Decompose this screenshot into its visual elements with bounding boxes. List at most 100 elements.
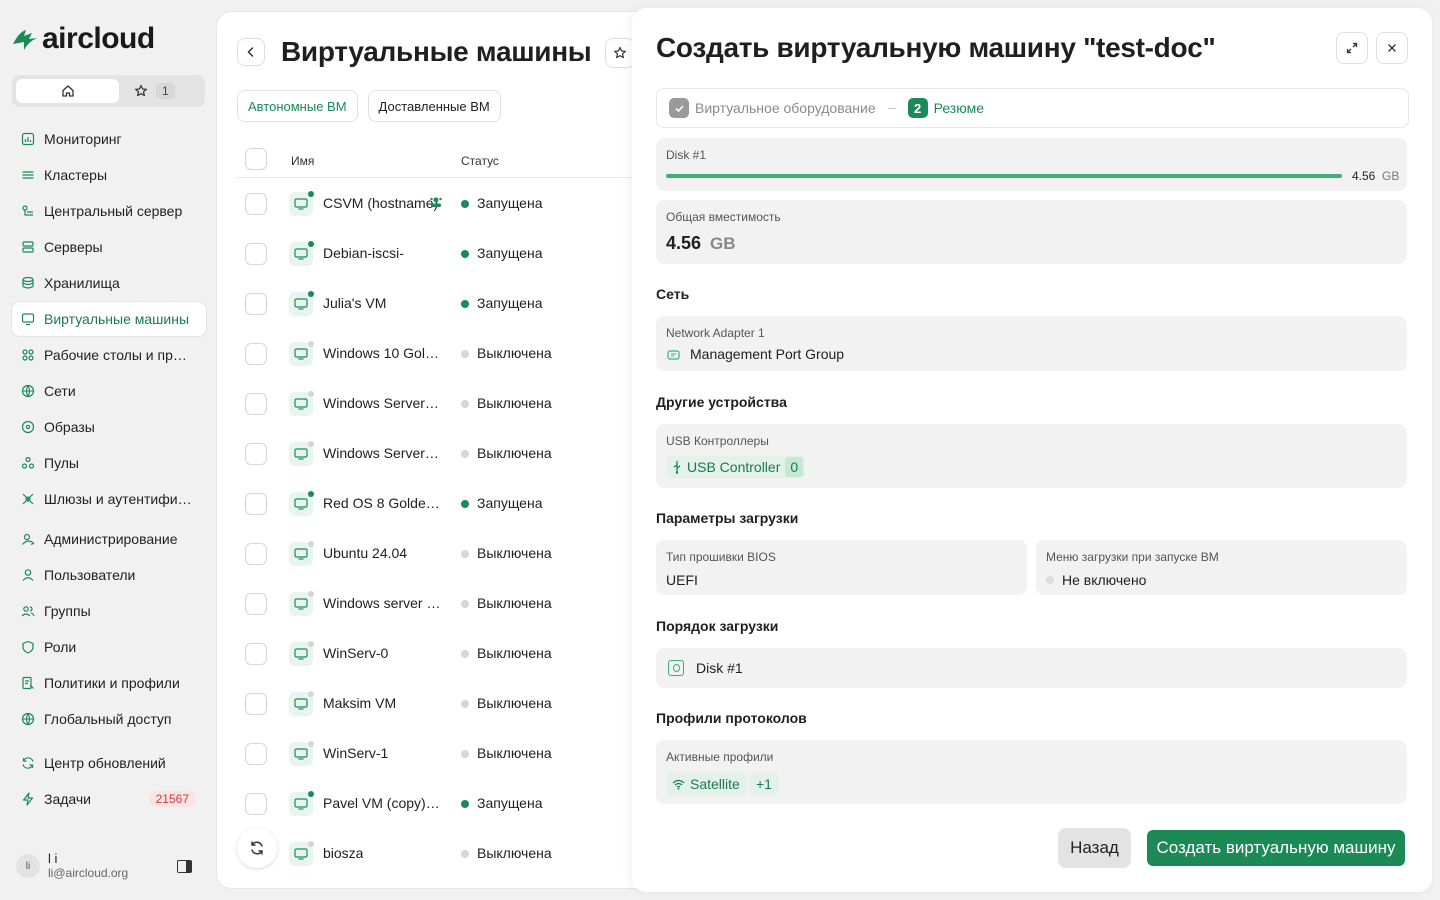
back-button[interactable]	[237, 38, 265, 66]
row-checkbox[interactable]	[245, 243, 267, 265]
table-row[interactable]: Julia's VM Запущена	[237, 279, 657, 329]
row-checkbox[interactable]	[245, 293, 267, 315]
vm-name[interactable]: Windows Server 2019	[323, 395, 441, 411]
table-row[interactable]: Pavel VM (copy) de Запущена	[237, 779, 657, 829]
sidebar-item-14[interactable]: Роли	[12, 630, 206, 664]
disk-icon	[668, 660, 684, 676]
create-vm-panel: Создать виртуальную машину "test-doc" Ви…	[632, 8, 1432, 892]
table-row[interactable]: Debian-iscsi- Запущена	[237, 229, 657, 279]
sidebar-item-7[interactable]: Сети	[12, 374, 206, 408]
vm-name[interactable]: Windows server for test	[323, 595, 441, 611]
table-row[interactable]: Ubuntu 24.04 Выключена	[237, 529, 657, 579]
vm-name[interactable]: CSVM (hostname)	[323, 195, 438, 211]
profiles-more-chip[interactable]: +1	[749, 773, 779, 795]
favorite-page-button[interactable]	[605, 38, 635, 68]
tab-delivered-vms[interactable]: Доставленные ВМ	[367, 90, 501, 122]
sidebar-item-3[interactable]: Серверы	[12, 230, 206, 264]
sidebar-item-12[interactable]: Пользователи	[12, 558, 206, 592]
vm-name[interactable]: WinServ-0	[323, 645, 388, 661]
row-checkbox[interactable]	[245, 443, 267, 465]
close-button[interactable]	[1376, 32, 1408, 64]
vm-icon	[289, 741, 314, 766]
row-checkbox[interactable]	[245, 543, 267, 565]
sidebar-item-1[interactable]: Кластеры	[12, 158, 206, 192]
sidebar-item-15[interactable]: Политики и профили	[12, 666, 206, 700]
table-row[interactable]: Red OS 8 Golden Image Запущена	[237, 479, 657, 529]
vm-name[interactable]: Debian-iscsi-	[323, 245, 404, 261]
row-checkbox[interactable]	[245, 743, 267, 765]
row-checkbox[interactable]	[245, 343, 267, 365]
star-icon	[614, 46, 626, 59]
create-vm-button[interactable]: Создать виртуальную машину	[1147, 830, 1405, 866]
vm-name[interactable]: Windows 10 Golden	[323, 345, 441, 361]
sidebar-item-16[interactable]: Глобальный доступ	[12, 702, 206, 736]
table-row[interactable]: Maksim VM Выключена	[237, 679, 657, 729]
agent-icon	[429, 195, 443, 211]
sidebar-item-18[interactable]: Задачи 21567	[12, 782, 206, 816]
bolt-icon	[21, 792, 35, 806]
table-row[interactable]: biosza Выключена	[237, 829, 657, 879]
row-checkbox[interactable]	[245, 793, 267, 815]
refresh-button[interactable]	[237, 828, 277, 868]
vm-name[interactable]: Julia's VM	[323, 295, 386, 311]
sidebar-item-6[interactable]: Рабочие столы и приложения	[12, 338, 206, 372]
sidebar-item-10[interactable]: Шлюзы и аутентификация	[12, 482, 206, 516]
step-virtual-hardware[interactable]: Виртуальное оборудование	[695, 100, 876, 116]
sidebar-item-5[interactable]: Виртуальные машины	[12, 302, 206, 336]
table-row[interactable]: Windows Server 2022 Выключена	[237, 429, 657, 479]
back-step-button[interactable]: Назад	[1058, 828, 1131, 868]
sidebar-item-13[interactable]: Группы	[12, 594, 206, 628]
disk-label: Disk #1	[666, 148, 707, 162]
home-button[interactable]	[16, 79, 119, 103]
status-dot	[461, 200, 469, 208]
column-name[interactable]: Имя	[291, 154, 314, 168]
vm-name[interactable]: Windows Server 2022	[323, 445, 441, 461]
status-text: Выключена	[477, 845, 552, 861]
sidebar-item-label: Политики и профили	[44, 675, 180, 691]
tab-standalone-vms[interactable]: Автономные ВМ	[237, 90, 358, 122]
sidebar-item-9[interactable]: Пулы	[12, 446, 206, 480]
favorites-button[interactable]: 1	[134, 79, 175, 103]
table-row[interactable]: Windows Server 2019 Выключена	[237, 379, 657, 429]
sidebar-item-4[interactable]: Хранилища	[12, 266, 206, 300]
bios-value: UEFI	[666, 572, 698, 588]
sidebar-item-8[interactable]: Образы	[12, 410, 206, 444]
expand-button[interactable]	[1336, 32, 1368, 64]
vm-name[interactable]: Red OS 8 Golden Image	[323, 495, 441, 511]
vm-name[interactable]: biosza	[323, 845, 363, 861]
row-checkbox[interactable]	[245, 493, 267, 515]
step-summary[interactable]: Резюме	[934, 100, 984, 116]
table-row[interactable]: WinServ-0 Выключена	[237, 629, 657, 679]
user-profile[interactable]: li l i li@aircloud.org	[16, 852, 128, 880]
vm-name[interactable]: Maksim VM	[323, 695, 396, 711]
row-checkbox[interactable]	[245, 693, 267, 715]
row-checkbox[interactable]	[245, 643, 267, 665]
vm-icon	[289, 491, 314, 516]
column-status[interactable]: Статус	[461, 154, 499, 168]
vm-name[interactable]: Ubuntu 24.04	[323, 545, 407, 561]
disk-usage-fill	[666, 174, 1342, 178]
vm-icon	[289, 691, 314, 716]
total-capacity-value: 4.56	[666, 233, 702, 253]
sidebar-item-0[interactable]: Мониторинг	[12, 122, 206, 156]
table-row[interactable]: CSVM (hostname) Запущена	[237, 179, 657, 229]
row-checkbox[interactable]	[245, 193, 267, 215]
vm-list-page: Виртуальные машины Автономные ВМ Доставл…	[217, 12, 657, 888]
vm-name[interactable]: WinServ-1	[323, 745, 388, 761]
section-boot-params: Параметры загрузки	[656, 510, 799, 526]
sidebar-toggle-icon[interactable]	[177, 860, 192, 873]
table-row[interactable]: Windows server for test Выключена	[237, 579, 657, 629]
vm-icon	[289, 441, 314, 466]
table-row[interactable]: Windows 10 Golden Выключена	[237, 329, 657, 379]
table-row[interactable]: WinServ-1 Выключена	[237, 729, 657, 779]
sidebar-item-17[interactable]: Центр обновлений	[12, 746, 206, 780]
row-checkbox[interactable]	[245, 393, 267, 415]
hierarchy-icon	[21, 204, 35, 218]
row-checkbox[interactable]	[245, 593, 267, 615]
vm-icon	[289, 341, 314, 366]
vm-name[interactable]: Pavel VM (copy) de	[323, 795, 441, 811]
sidebar-item-2[interactable]: Центральный сервер	[12, 194, 206, 228]
sidebar-item-11[interactable]: Администрирование	[12, 522, 206, 556]
select-all-checkbox[interactable]	[245, 148, 267, 170]
logo[interactable]: aircloud	[10, 22, 155, 56]
